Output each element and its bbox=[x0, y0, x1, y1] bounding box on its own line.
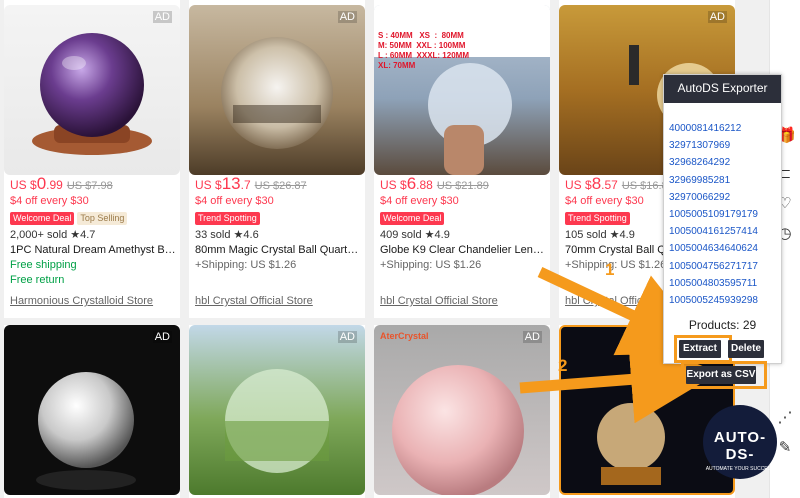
product-id[interactable]: 32971307969 bbox=[669, 137, 758, 154]
extract-button[interactable]: Extract bbox=[679, 340, 721, 358]
product-id[interactable]: 1005005245939298 bbox=[669, 292, 758, 309]
callout-number-2: 2 bbox=[558, 356, 568, 375]
product-id[interactable]: 1005004803595711 bbox=[669, 275, 758, 292]
products-count: Products: 29 bbox=[688, 318, 757, 332]
autods-logo: AUTO-DS- AUTOMATE YOUR SUCCESS bbox=[703, 405, 777, 479]
product-id-list: 4000081416212 32971307969 32968264292 32… bbox=[669, 120, 758, 309]
product-id[interactable]: 1005004161257414 bbox=[669, 223, 758, 240]
delete-button[interactable]: Delete bbox=[728, 340, 764, 358]
autods-exporter-panel: AutoDS Exporter 4000081416212 3297130796… bbox=[663, 74, 782, 389]
product-id[interactable]: 32968264292 bbox=[669, 154, 758, 171]
product-id[interactable]: 1005005109179179 bbox=[669, 206, 758, 223]
exporter-title: AutoDS Exporter bbox=[664, 75, 781, 103]
arrow-2 bbox=[519, 335, 719, 424]
export-csv-button[interactable]: Export as CSV bbox=[686, 366, 756, 384]
product-id[interactable]: 32969985281 bbox=[669, 172, 758, 189]
arrow-1 bbox=[537, 267, 712, 356]
logo-name: AUTO-DS- bbox=[713, 429, 767, 463]
product-id[interactable]: 4000081416212 bbox=[669, 120, 758, 137]
product-id[interactable]: 32970066292 bbox=[669, 189, 758, 206]
callout-number-1: 1 bbox=[605, 260, 615, 279]
logo-tagline: AUTOMATE YOUR SUCCESS bbox=[705, 466, 775, 472]
product-id[interactable]: 1005004634640624 bbox=[669, 240, 758, 257]
product-id[interactable]: 1005004756271717 bbox=[669, 258, 758, 275]
